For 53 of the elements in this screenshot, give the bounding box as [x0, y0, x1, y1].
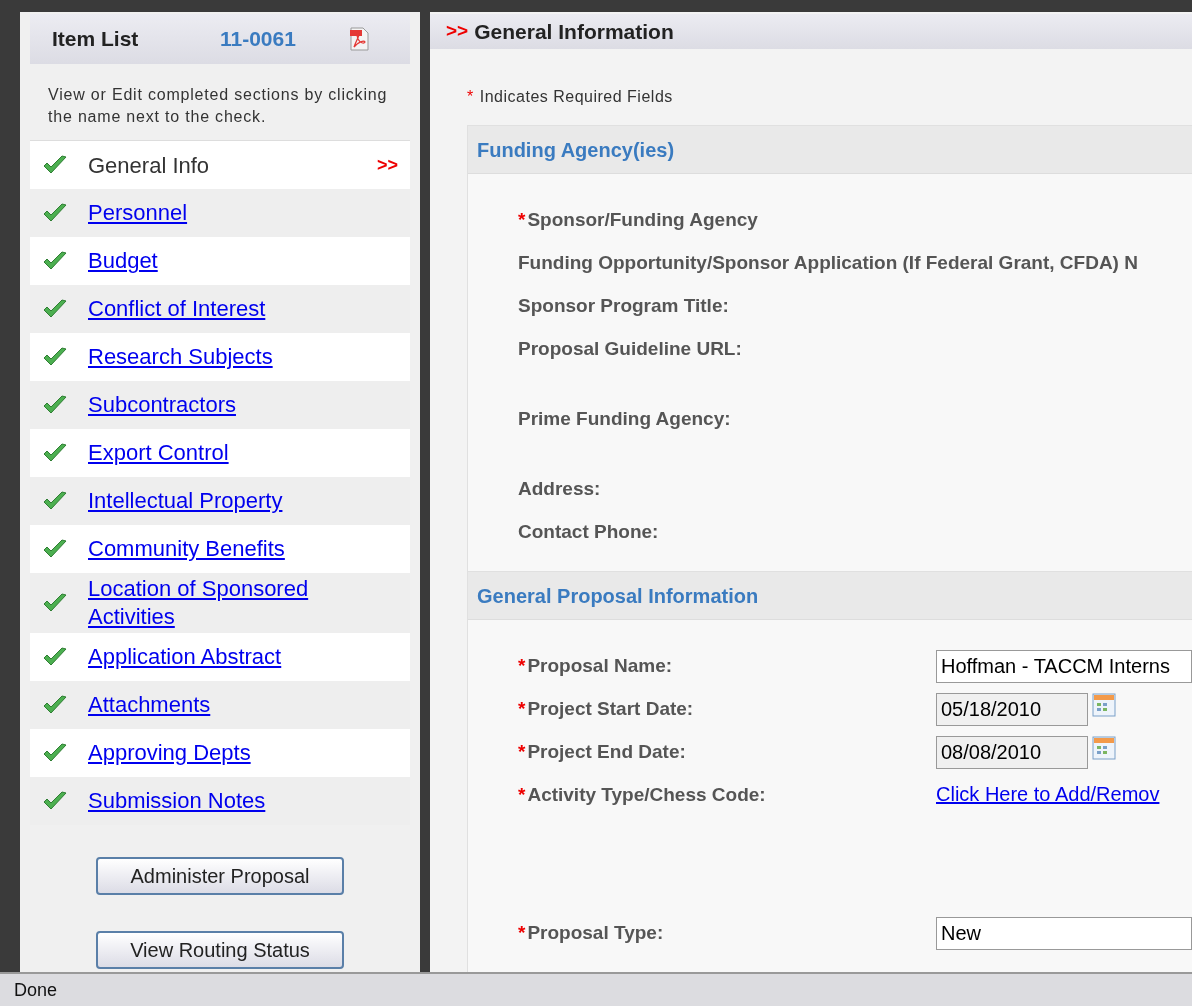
check-icon [42, 202, 68, 224]
check-icon [42, 442, 68, 464]
required-note: * Indicates Required Fields [467, 87, 674, 107]
status-text: Done [14, 978, 58, 1002]
calendar-icon[interactable] [1092, 736, 1116, 760]
sidebar-item[interactable]: Export Control [30, 429, 410, 477]
field-label: *Project End Date: [518, 740, 687, 764]
current-marker: >> [376, 153, 398, 177]
check-icon [42, 490, 68, 512]
sidebar-button[interactable]: View Routing Status [96, 931, 344, 969]
sidebar-item[interactable]: General Info >> [30, 141, 410, 189]
check-icon [42, 250, 68, 272]
field-label: *Proposal Name: [518, 654, 674, 678]
sidebar-item[interactable]: Research Subjects [30, 333, 410, 381]
field-label: *Project Start Date: [518, 697, 695, 721]
check-icon [42, 694, 68, 716]
field-label: *Sponsor/Funding Agency [518, 208, 759, 232]
sidebar-item[interactable]: Approving Depts [30, 729, 410, 777]
field-label: Contact Phone: [518, 520, 660, 544]
main-title: General Information [474, 18, 674, 45]
date-field[interactable]: 05/18/2010 [936, 693, 1088, 726]
section-title: Funding Agency(ies) [477, 137, 675, 163]
check-icon [42, 592, 68, 614]
check-icon [42, 742, 68, 764]
calendar-icon[interactable] [1092, 693, 1116, 717]
add-remove-link[interactable]: Click Here to Add/Remov [936, 779, 1160, 809]
field-label: *Proposal Type: [518, 921, 665, 945]
sidebar-item[interactable]: Budget [30, 237, 410, 285]
field-label: *Activity Type/Chess Code: [518, 783, 767, 807]
check-icon [42, 346, 68, 368]
check-icon [42, 646, 68, 668]
field-label: Funding Opportunity/Sponsor Application (If Federal Grant, CFDA) N [518, 251, 1138, 275]
date-field[interactable]: 08/08/2010 [936, 736, 1088, 769]
check-icon [42, 394, 68, 416]
text-field[interactable]: Hoffman - TACCM Interns [936, 650, 1192, 683]
proposal-number: 11-0061 [220, 26, 297, 53]
check-icon [42, 154, 68, 176]
field-label: Sponsor Program Title: [518, 294, 730, 318]
sidebar-item[interactable]: Community Benefits [30, 525, 410, 573]
text-field[interactable]: New [936, 917, 1192, 950]
field-label: Address: [518, 477, 602, 501]
check-icon [42, 298, 68, 320]
check-icon [42, 790, 68, 812]
pdf-icon[interactable] [348, 27, 370, 51]
section-title: General Proposal Information [477, 583, 759, 609]
current-marker: >> [446, 19, 469, 44]
sidebar-item[interactable]: Application Abstract [30, 633, 410, 681]
field-label: Prime Funding Agency: [518, 407, 732, 431]
sidebar-button[interactable]: Administer Proposal [96, 857, 344, 895]
sidebar-hint: View or Edit completed sections by clicking the name next to the check. [47, 85, 389, 127]
field-label: Proposal Guideline URL: [518, 337, 743, 361]
sidebar-title: Item List [52, 26, 140, 53]
check-icon [42, 538, 68, 560]
